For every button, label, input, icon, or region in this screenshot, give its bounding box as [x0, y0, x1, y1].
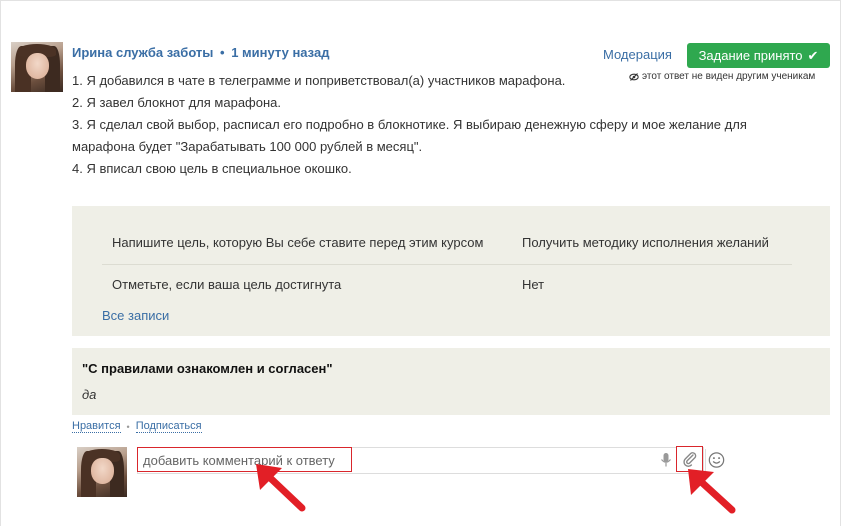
field-value: Нет [522, 277, 545, 292]
like-link[interactable]: Нравится [72, 420, 121, 433]
check-icon: ✔ [807, 47, 819, 63]
commenter-avatar [77, 447, 127, 497]
annotation-arrow-left [256, 464, 306, 512]
field-value: Получить методику исполнения желаний [522, 235, 769, 250]
paperclip-icon [683, 452, 697, 467]
rules-panel: "С правилами ознакомлен и согласен" да [72, 348, 830, 415]
annotation-arrow-right [688, 469, 736, 514]
all-records-link[interactable]: Все записи [102, 308, 169, 323]
author-line: Ирина служба заботы • 1 минуту назад [72, 45, 329, 60]
meta-separator: • [220, 45, 225, 60]
answer-line: 2. Я завел блокнот для марафона. [72, 95, 281, 110]
author-name-link[interactable]: Ирина служба заботы [72, 45, 213, 60]
rules-answer: да [82, 387, 97, 402]
field-label: Отметьте, если ваша цель достигнута [112, 277, 342, 292]
answer-line: 4. Я вписал свою цель в специальное окош… [72, 161, 352, 176]
task-accepted-button[interactable]: Задание принято ✔ [687, 43, 830, 68]
field-divider [102, 264, 792, 265]
answer-line: марафона будет "Зарабатывать 100 000 руб… [72, 139, 423, 154]
actions-separator: • [126, 421, 130, 432]
moderation-link[interactable]: Модерация [603, 47, 672, 62]
answer-line: 3. Я сделал свой выбор, расписал его под… [72, 117, 747, 132]
microphone-icon[interactable] [660, 452, 672, 468]
rules-title: "С правилами ознакомлен и согласен" [82, 361, 333, 376]
answer-body: 1. Я добавился в чате в телеграмме и поп… [72, 70, 792, 180]
answer-line: 1. Я добавился в чате в телеграмме и поп… [72, 73, 566, 88]
author-avatar[interactable] [11, 42, 63, 92]
goal-field-row: Напишите цель, которую Вы себе ставите п… [112, 235, 769, 250]
task-accepted-label: Задание принято [698, 48, 803, 63]
goal-fields-panel: Напишите цель, которую Вы себе ставите п… [72, 206, 830, 336]
subscribe-link[interactable]: Подписаться [135, 420, 202, 433]
field-label: Напишите цель, которую Вы себе ставите п… [112, 235, 484, 250]
answer-actions: Нравится • Подписаться [72, 420, 202, 433]
post-time-link[interactable]: 1 минуту назад [231, 45, 329, 60]
goal-achieved-row: Отметьте, если ваша цель достигнута Нет [112, 277, 544, 292]
